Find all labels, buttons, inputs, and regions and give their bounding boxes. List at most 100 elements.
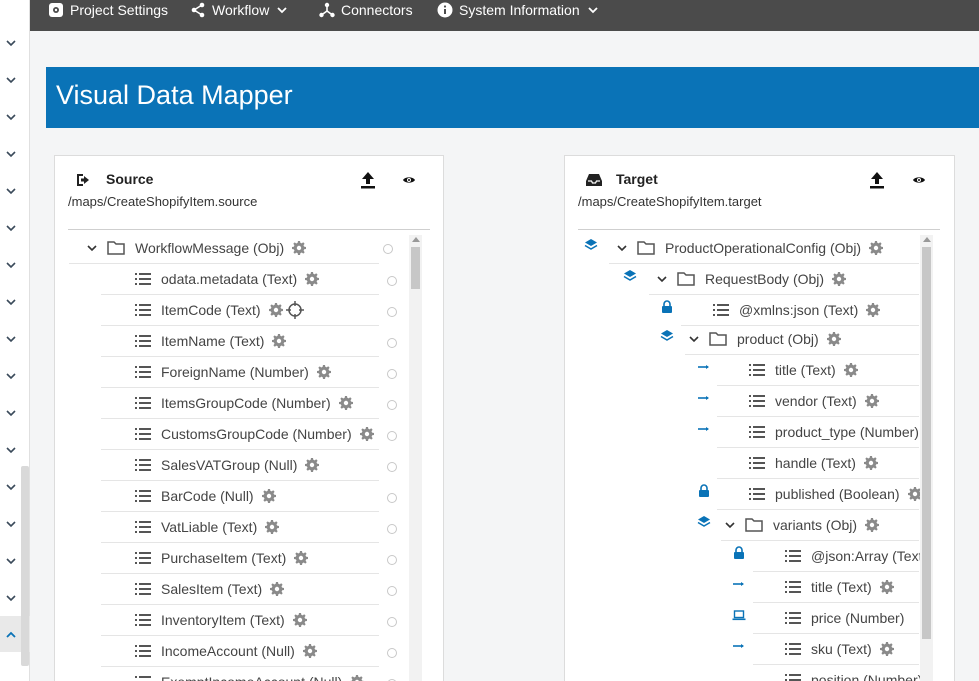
source-connector-radio[interactable] — [387, 493, 397, 503]
source-field-row[interactable]: PurchaseItem (Text) — [101, 543, 379, 574]
sidebar-toggle[interactable] — [0, 329, 22, 349]
chevron-down-icon[interactable] — [617, 243, 627, 253]
eye-icon[interactable] — [912, 173, 926, 187]
gear-icon[interactable] — [268, 303, 283, 317]
source-connector-radio[interactable] — [387, 307, 397, 317]
sidebar-toggle[interactable] — [0, 144, 22, 164]
sidebar-toggle[interactable] — [0, 218, 22, 238]
sidebar-toggle[interactable] — [0, 477, 22, 497]
nav-project-settings[interactable]: Project Settings — [48, 0, 168, 20]
sidebar-toggle[interactable] — [0, 625, 22, 645]
gear-icon[interactable] — [265, 520, 280, 534]
source-connector-radio[interactable] — [387, 338, 397, 348]
gear-icon[interactable] — [305, 272, 320, 286]
source-field-row[interactable]: VatLiable (Text) — [101, 512, 379, 543]
source-field-row[interactable]: BarCode (Null) — [101, 481, 379, 512]
upload-icon[interactable] — [360, 171, 376, 189]
source-field-row[interactable]: ItemCode (Text) — [101, 295, 379, 326]
gear-icon[interactable] — [292, 613, 307, 627]
source-connector-radio[interactable] — [387, 462, 397, 472]
source-field-row[interactable]: SalesVATGroup (Null) — [101, 450, 379, 481]
target-field-row[interactable]: product_type (Number) — [717, 417, 919, 448]
gear-icon[interactable] — [261, 489, 276, 503]
source-field-row[interactable]: CustomsGroupCode (Number) — [101, 419, 379, 450]
source-field-row[interactable]: ItemName (Text) — [101, 326, 379, 357]
source-field-row[interactable]: ExemptIncomeAccount (Null) — [101, 667, 379, 681]
target-object-node[interactable]: RequestBody (Obj) — [649, 264, 919, 295]
chevron-down-icon[interactable] — [725, 520, 735, 530]
source-connector-radio[interactable] — [387, 431, 397, 441]
gear-icon[interactable] — [338, 396, 353, 410]
target-field-row[interactable]: position (Number) — [753, 665, 922, 681]
source-connector-radio[interactable] — [383, 244, 393, 254]
sidebar-scrollbar[interactable] — [21, 466, 29, 666]
gear-icon[interactable] — [832, 272, 847, 286]
gear-icon[interactable] — [864, 394, 879, 408]
nav-connectors[interactable]: Connectors — [319, 0, 413, 20]
gear-icon[interactable] — [863, 456, 878, 470]
source-field-row[interactable]: ForeignName (Number) — [101, 357, 379, 388]
gear-icon[interactable] — [272, 334, 287, 348]
target-field-row[interactable]: published (Boolean) — [717, 479, 922, 510]
chevron-down-icon[interactable] — [689, 334, 699, 344]
gear-icon[interactable] — [292, 241, 307, 255]
gear-icon[interactable] — [866, 303, 881, 317]
gear-icon[interactable] — [302, 644, 317, 658]
target-field-row[interactable]: price (Number) — [753, 603, 919, 634]
sidebar-toggle[interactable] — [0, 440, 22, 460]
source-field-row[interactable]: ItemsGroupCode (Number) — [101, 388, 379, 419]
upload-icon[interactable] — [869, 171, 885, 189]
target-field-row[interactable]: handle (Text) — [717, 448, 919, 479]
gear-icon[interactable] — [843, 363, 858, 377]
source-connector-radio[interactable] — [387, 555, 397, 565]
target-scrollbar[interactable] — [920, 235, 933, 681]
target-field-row[interactable]: vendor (Text) — [717, 386, 919, 417]
sidebar-toggle[interactable] — [0, 588, 22, 608]
sidebar-toggle[interactable] — [0, 514, 22, 534]
gear-icon[interactable] — [869, 241, 884, 255]
gear-icon[interactable] — [294, 551, 309, 565]
target-object-node[interactable]: variants (Obj) — [721, 510, 919, 541]
sidebar-toggle[interactable] — [0, 403, 22, 423]
sidebar-toggle[interactable] — [0, 255, 22, 275]
target-root-node[interactable]: ProductOperationalConfig (Obj) — [609, 235, 919, 264]
gear-icon[interactable] — [879, 642, 894, 656]
source-field-row[interactable]: odata.metadata (Text) — [101, 264, 379, 295]
source-connector-radio[interactable] — [387, 400, 397, 410]
sidebar-toggle[interactable] — [0, 70, 22, 90]
sidebar-toggle[interactable] — [0, 551, 22, 571]
gear-icon[interactable] — [865, 518, 880, 532]
target-field-row[interactable]: title (Text) — [717, 355, 919, 386]
gear-icon[interactable] — [350, 675, 365, 681]
source-scrollbar[interactable] — [409, 235, 422, 681]
gear-icon[interactable] — [879, 580, 894, 594]
gear-icon[interactable] — [359, 427, 374, 441]
source-connector-radio[interactable] — [387, 617, 397, 627]
nav-system-information[interactable]: System Information — [437, 0, 598, 20]
source-connector-radio[interactable] — [387, 524, 397, 534]
source-root-node[interactable]: WorkflowMessage (Obj) — [69, 235, 379, 264]
sidebar-toggle[interactable] — [0, 33, 22, 53]
source-connector-radio[interactable] — [387, 369, 397, 379]
sidebar-toggle[interactable] — [0, 181, 22, 201]
target-field-row[interactable]: title (Text) — [753, 572, 919, 603]
gear-icon[interactable] — [305, 458, 320, 472]
target-field-row[interactable]: @json:Array (Text) — [753, 541, 927, 572]
target-object-node[interactable]: product (Obj) — [685, 324, 919, 355]
chevron-down-icon[interactable] — [657, 274, 667, 284]
target-field-row[interactable]: @xmlns:json (Text) — [681, 295, 919, 326]
source-connector-radio[interactable] — [387, 276, 397, 286]
source-connector-radio[interactable] — [387, 586, 397, 596]
gear-icon[interactable] — [316, 365, 331, 379]
sidebar-toggle[interactable] — [0, 292, 22, 312]
sidebar-toggle[interactable] — [0, 366, 22, 386]
target-field-row[interactable]: sku (Text) — [753, 634, 919, 665]
gear-icon[interactable] — [270, 582, 285, 596]
source-field-row[interactable]: IncomeAccount (Null) — [101, 636, 379, 667]
crosshair-icon[interactable] — [285, 301, 304, 319]
sidebar-toggle[interactable] — [0, 107, 22, 127]
source-field-row[interactable]: InventoryItem (Text) — [101, 605, 379, 636]
eye-icon[interactable] — [402, 173, 416, 187]
chevron-down-icon[interactable] — [87, 243, 97, 253]
gear-icon[interactable] — [826, 332, 841, 346]
